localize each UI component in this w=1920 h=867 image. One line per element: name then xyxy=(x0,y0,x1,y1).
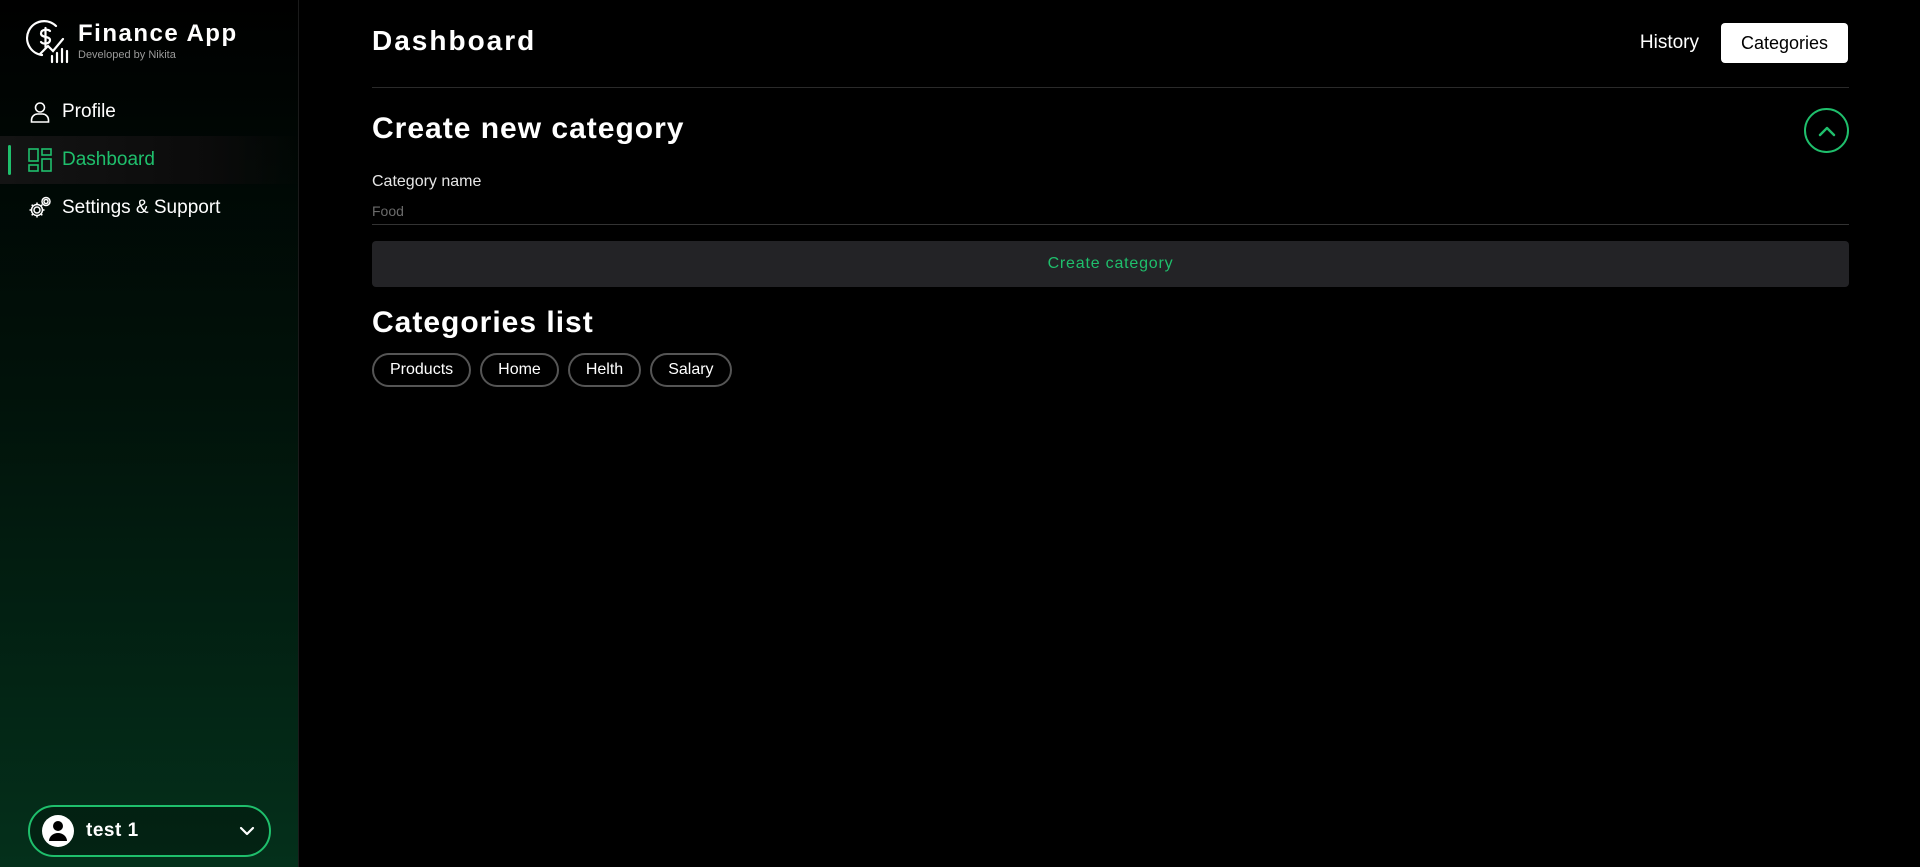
chevron-down-icon xyxy=(239,826,255,836)
sidebar-item-label: Profile xyxy=(62,101,116,122)
category-name-input[interactable] xyxy=(372,198,1849,225)
sidebar-item-dashboard[interactable]: Dashboard xyxy=(0,136,299,184)
avatar xyxy=(42,815,74,847)
category-chip[interactable]: Salary xyxy=(650,353,732,387)
category-name-label: Category name xyxy=(372,173,482,190)
dashboard-grid-icon xyxy=(28,148,52,172)
finance-logo-icon xyxy=(26,20,69,64)
header-nav: History Categories xyxy=(1640,23,1848,63)
user-icon xyxy=(30,102,50,123)
header-divider xyxy=(372,87,1849,88)
user-avatar-icon xyxy=(49,821,67,841)
create-category-title: Create new category xyxy=(372,112,685,145)
app-logo: Finance App Developed by Nikita xyxy=(26,18,238,64)
app-title: Finance App xyxy=(78,20,238,47)
collapse-button[interactable] xyxy=(1804,108,1849,153)
app-root: Finance App Developed by Nikita Profile xyxy=(0,0,1920,867)
main-content: Dashboard History Categories Create new … xyxy=(299,0,1920,867)
categories-list-title: Categories list xyxy=(372,306,594,339)
category-chip[interactable]: Helth xyxy=(567,353,642,387)
sidebar-item-label: Settings & Support xyxy=(62,197,221,218)
chevron-up-icon xyxy=(1818,126,1835,136)
category-chip[interactable]: Products xyxy=(372,353,472,387)
sidebar-nav: Profile Dashboard Settings & Support xyxy=(0,88,299,232)
categories-button[interactable]: Categories xyxy=(1721,23,1848,63)
create-category-button[interactable]: Create category xyxy=(372,241,1849,287)
app-subtitle: Developed by Nikita xyxy=(78,49,176,61)
sidebar-item-settings-support[interactable]: Settings & Support xyxy=(0,184,299,232)
user-name: test 1 xyxy=(86,820,139,841)
categories-list: Products Home Helth Salary xyxy=(372,353,741,387)
gear-icon xyxy=(29,196,51,218)
page-title: Dashboard xyxy=(372,25,537,56)
sidebar-item-profile[interactable]: Profile xyxy=(0,88,299,136)
sidebar-item-label: Dashboard xyxy=(62,149,155,170)
sidebar: Finance App Developed by Nikita Profile xyxy=(0,0,299,867)
history-link[interactable]: History xyxy=(1640,32,1699,54)
category-chip[interactable]: Home xyxy=(480,353,559,387)
user-menu-button[interactable]: test 1 xyxy=(28,805,271,857)
